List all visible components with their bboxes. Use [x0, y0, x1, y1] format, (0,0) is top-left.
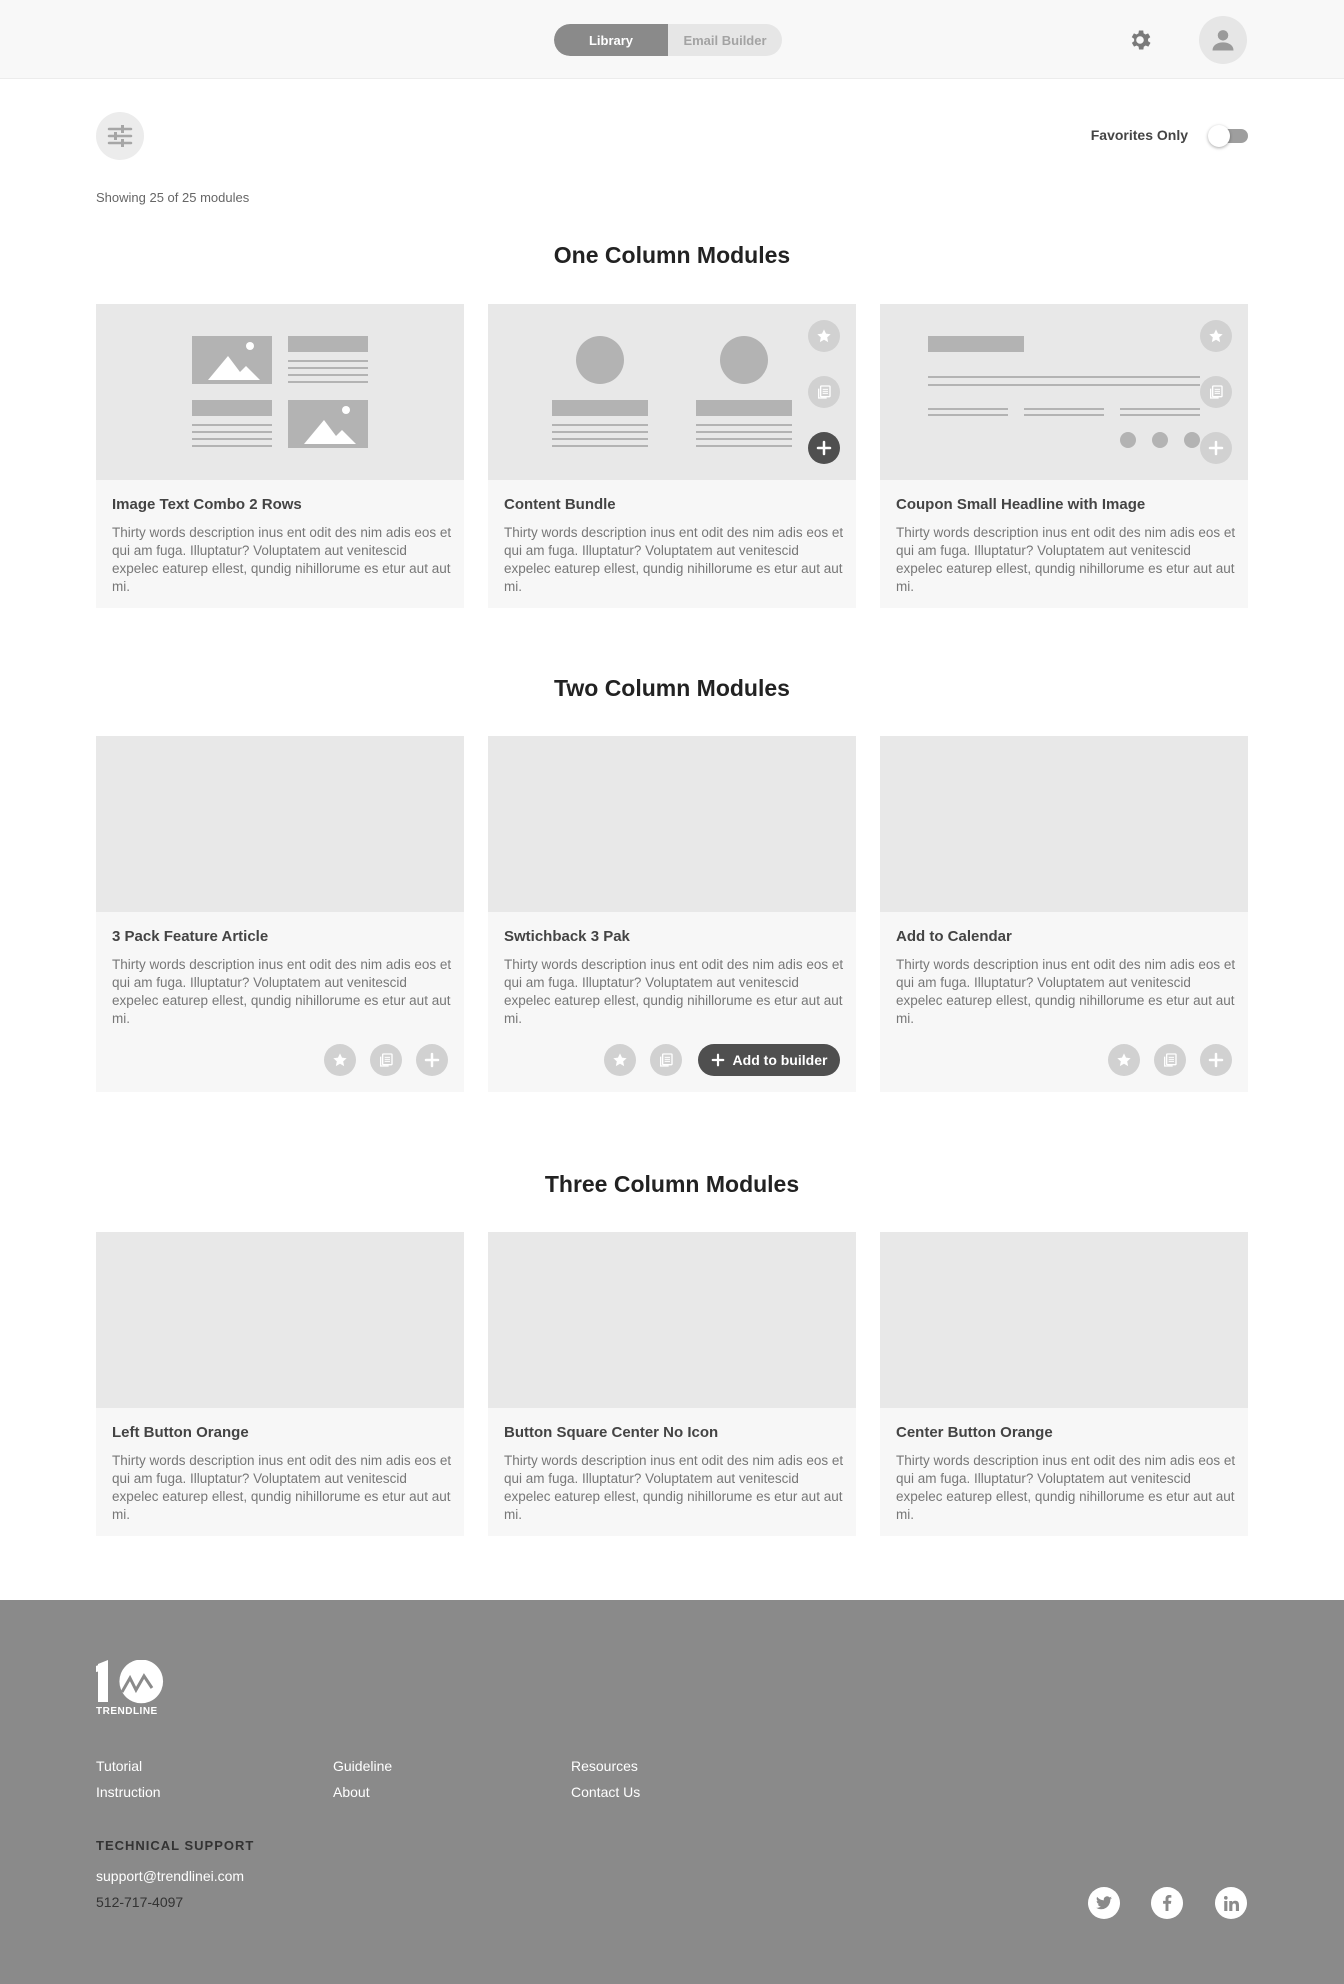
- favorites-toggle[interactable]: [1208, 125, 1248, 147]
- preview-button[interactable]: [650, 1044, 682, 1076]
- module-thumbnail: [488, 1232, 856, 1408]
- module-thumbnail: [880, 1232, 1248, 1408]
- module-description: Thirty words description inus ent odit d…: [896, 957, 1236, 1026]
- view-switcher: Library Email Builder: [554, 24, 782, 56]
- module-title: Add to Calendar: [896, 928, 1012, 945]
- module-thumbnail: [488, 736, 856, 912]
- add-button[interactable]: [416, 1044, 448, 1076]
- top-header: Library Email Builder: [0, 0, 1344, 79]
- module-description: Thirty words description inus ent odit d…: [504, 957, 844, 1026]
- module-card[interactable]: Image Text Combo 2 Rows Thirty words des…: [96, 304, 464, 608]
- favorite-button[interactable]: [1108, 1044, 1140, 1076]
- preview-button[interactable]: [370, 1044, 402, 1076]
- module-title: Center Button Orange: [896, 1424, 1053, 1441]
- module-description: Thirty words description inus ent odit d…: [896, 525, 1236, 594]
- add-button[interactable]: [1200, 432, 1232, 464]
- support-email[interactable]: support@trendlinei.com: [96, 1868, 244, 1884]
- footer-link-resources[interactable]: Resources: [571, 1758, 638, 1774]
- plus-icon: [424, 1052, 440, 1068]
- logo-text: TRENDLINE: [96, 1706, 158, 1717]
- add-to-builder-button[interactable]: Add to builder: [698, 1044, 840, 1076]
- preview-button[interactable]: [1200, 376, 1232, 408]
- footer-link-tutorial[interactable]: Tutorial: [96, 1758, 142, 1774]
- star-icon: [817, 329, 831, 343]
- star-icon: [1117, 1053, 1131, 1067]
- copy-icon: [380, 1053, 393, 1067]
- star-icon: [1209, 329, 1223, 343]
- linkedin-icon[interactable]: [1215, 1887, 1247, 1919]
- preview-button[interactable]: [1154, 1044, 1186, 1076]
- section-title-one-column: One Column Modules: [553, 242, 791, 268]
- sliders-icon: [107, 125, 133, 147]
- results-count: Showing 25 of 25 modules: [96, 190, 250, 205]
- support-heading: TECHNICAL SUPPORT: [96, 1838, 255, 1853]
- user-icon: [1212, 30, 1234, 51]
- plus-icon: [1208, 1052, 1224, 1068]
- plus-icon: [711, 1053, 724, 1067]
- footer-link-instruction[interactable]: Instruction: [96, 1784, 161, 1800]
- preview-button[interactable]: [808, 376, 840, 408]
- module-title: Coupon Small Headline with Image: [896, 496, 1146, 513]
- twitter-icon[interactable]: [1088, 1887, 1120, 1919]
- module-card[interactable]: Coupon Small Headline with Image Thirty …: [880, 304, 1248, 608]
- section-title-two-column: Two Column Modules: [554, 675, 790, 701]
- module-description: Thirty words description inus ent odit d…: [504, 525, 844, 594]
- module-title: Swtichback 3 Pak: [504, 928, 630, 945]
- module-thumbnail: [880, 736, 1248, 912]
- module-thumbnail: [488, 304, 856, 480]
- footer-link-contact[interactable]: Contact Us: [571, 1784, 640, 1800]
- module-title: Content Bundle: [504, 496, 616, 513]
- module-card[interactable]: 3 Pack Feature Article Thirty words desc…: [96, 736, 464, 1092]
- module-description: Thirty words description inus ent odit d…: [896, 1453, 1236, 1522]
- module-thumbnail: [96, 736, 464, 912]
- module-card[interactable]: Content Bundle Thirty words description …: [488, 304, 856, 608]
- add-button[interactable]: [808, 432, 840, 464]
- favorite-button[interactable]: [604, 1044, 636, 1076]
- copy-icon: [818, 385, 831, 399]
- tab-email-builder[interactable]: Email Builder: [668, 24, 782, 56]
- tab-library[interactable]: Library: [554, 24, 668, 56]
- copy-icon: [660, 1053, 673, 1067]
- section-title-three-column: Three Column Modules: [544, 1171, 800, 1197]
- filter-button[interactable]: [96, 112, 144, 160]
- facebook-icon[interactable]: [1151, 1887, 1183, 1919]
- module-thumbnail: [96, 1232, 464, 1408]
- favorite-button[interactable]: [324, 1044, 356, 1076]
- module-thumbnail: [96, 304, 464, 480]
- support-phone: 512-717-4097: [96, 1894, 184, 1910]
- module-card[interactable]: Left Button Orange Thirty words descript…: [96, 1232, 464, 1536]
- module-card[interactable]: Center Button Orange Thirty words descri…: [880, 1232, 1248, 1536]
- favorite-button[interactable]: [1200, 320, 1232, 352]
- plus-icon: [1208, 440, 1224, 456]
- module-title: 3 Pack Feature Article: [112, 928, 269, 945]
- copy-icon: [1210, 385, 1223, 399]
- star-icon: [613, 1053, 627, 1067]
- favorites-only-label: Favorites Only: [1090, 127, 1188, 143]
- module-title: Image Text Combo 2 Rows: [112, 496, 302, 513]
- add-to-builder-label: Add to builder: [732, 1052, 828, 1068]
- module-description: Thirty words description inus ent odit d…: [112, 525, 452, 594]
- module-description: Thirty words description inus ent odit d…: [504, 1453, 844, 1522]
- plus-icon: [816, 440, 832, 456]
- module-title: Left Button Orange: [112, 1424, 249, 1441]
- module-card[interactable]: Add to Calendar Thirty words description…: [880, 736, 1248, 1092]
- module-description: Thirty words description inus ent odit d…: [112, 957, 452, 1026]
- add-button[interactable]: [1200, 1044, 1232, 1076]
- footer-link-about[interactable]: About: [333, 1784, 370, 1800]
- gear-icon[interactable]: [1124, 24, 1156, 56]
- favorite-button[interactable]: [808, 320, 840, 352]
- copy-icon: [1164, 1053, 1177, 1067]
- star-icon: [333, 1053, 347, 1067]
- module-card[interactable]: Button Square Center No Icon Thirty word…: [488, 1232, 856, 1536]
- module-title: Button Square Center No Icon: [504, 1424, 719, 1441]
- footer-link-guideline[interactable]: Guideline: [333, 1758, 392, 1774]
- module-description: Thirty words description inus ent odit d…: [112, 1453, 452, 1522]
- module-card[interactable]: Swtichback 3 Pak Thirty words descriptio…: [488, 736, 856, 1092]
- module-thumbnail: [880, 304, 1248, 480]
- user-avatar[interactable]: [1199, 16, 1247, 64]
- footer: TRENDLINE: [0, 1600, 1344, 1984]
